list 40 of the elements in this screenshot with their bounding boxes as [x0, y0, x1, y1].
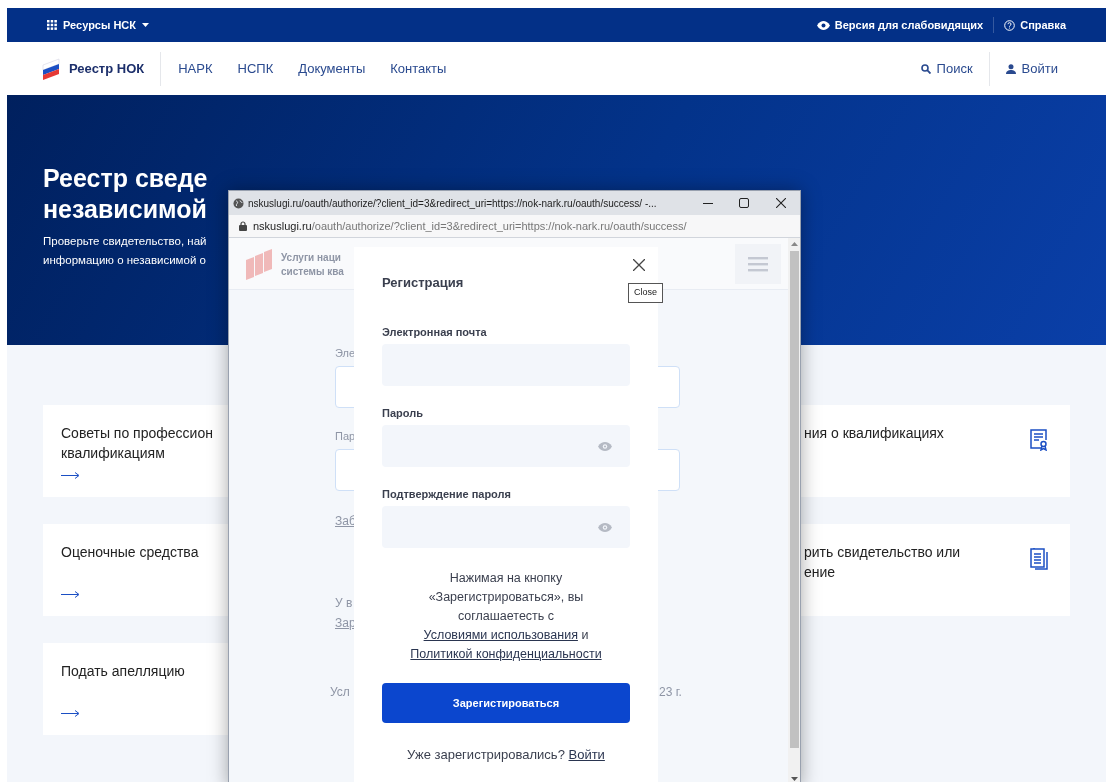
card-title: квалификациям — [61, 444, 165, 463]
resources-menu[interactable]: Ресурсы НСК — [47, 16, 149, 34]
field-label: Пароль — [382, 406, 424, 420]
card-title: Оценочные средства — [61, 543, 199, 562]
hero-subtitle: информацию о независимой о — [43, 253, 206, 268]
faded-account-text: У в — [335, 595, 353, 612]
nav-link[interactable]: Контакты — [390, 58, 447, 79]
hero-title: независимой — [43, 194, 207, 225]
field-label: Электронная почта — [382, 325, 488, 339]
window-title: nskuslugi.ru/oauth/authorize/?client_id=3&redirect_uri=https://nok-nark.ru/oauth/success/ -... — [248, 196, 657, 211]
help-link[interactable]: Справка — [994, 16, 1066, 34]
faded-footer-text: 23 г. — [659, 684, 682, 701]
card-title: ния о квалификациях — [804, 424, 944, 443]
card-title: Подать апелляцию — [61, 662, 185, 681]
login-link[interactable]: Войти — [568, 747, 605, 762]
login-link[interactable]: Войти — [989, 58, 1072, 79]
hero-subtitle: Проверьте свидетельство, най — [43, 234, 207, 249]
faded-email-label: Эле — [335, 346, 356, 361]
nav-link[interactable]: Документы — [298, 58, 366, 79]
faded-password-label: Пар — [335, 429, 356, 444]
close-tooltip: Close — [628, 283, 663, 303]
card-title: ение — [804, 563, 836, 582]
login-prompt: Уже зарегистрировались? Войти — [406, 746, 606, 764]
search-link[interactable]: Поиск — [920, 51, 990, 86]
privacy-link[interactable]: Политикой конфиденциальности — [410, 647, 602, 661]
register-button[interactable]: Зарегистироваться — [382, 683, 630, 723]
faded-header-text: Услуги наци — [281, 251, 341, 265]
hero-title: Реестр сведе — [43, 163, 208, 194]
dialog-title: Регистрация — [382, 274, 465, 292]
accessibility-link[interactable]: Версия для слабовидящих — [816, 16, 995, 34]
field-label: Подтверждение пароля — [382, 487, 512, 501]
faded-header-text: системы ква — [281, 265, 344, 279]
terms-link[interactable]: Условиями использования — [423, 628, 578, 642]
nav-link[interactable]: НСПК — [237, 58, 274, 79]
site-logo[interactable]: Реестр НОК — [41, 51, 162, 86]
card-title: рить свидетельство или — [804, 543, 961, 562]
card-title: Советы по профессион — [61, 424, 213, 443]
faded-footer-text: Усл — [330, 684, 350, 701]
nav-link[interactable]: НАРК — [178, 58, 213, 79]
address-url[interactable]: nskuslugi.ru/oauth/authorize/?client_id=3&redirect_uri=https://nok-nark.ru/oauth/success/ — [253, 217, 687, 235]
